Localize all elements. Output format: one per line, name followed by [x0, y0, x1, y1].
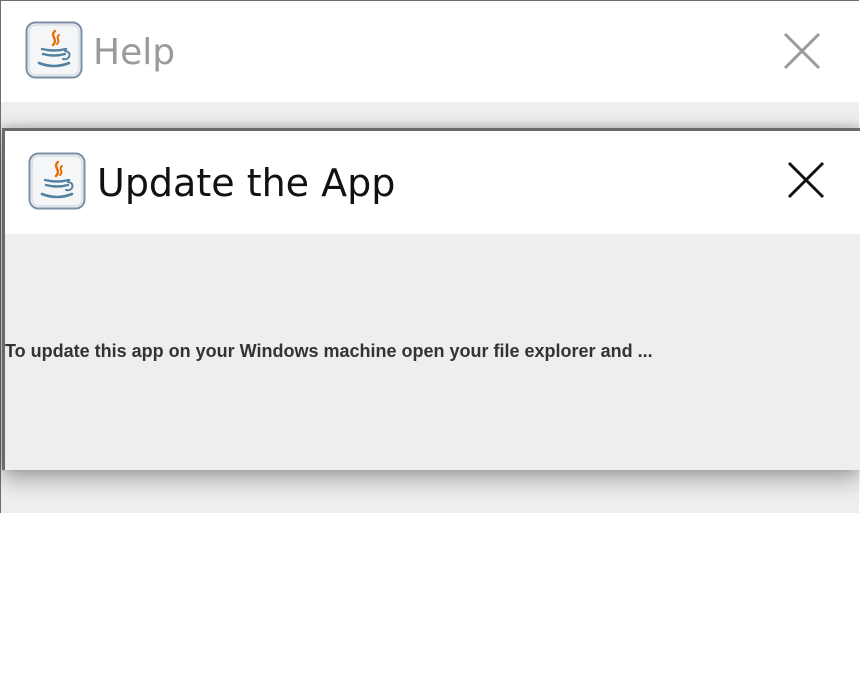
close-icon[interactable] [777, 26, 827, 76]
update-dialog: Update the App To update this app on you… [2, 128, 860, 470]
help-window-title: Help [93, 32, 176, 73]
help-window-titlebar[interactable]: Help [1, 1, 859, 102]
update-dialog-body: To update this app on your Windows machi… [5, 234, 860, 470]
java-icon [28, 152, 86, 210]
java-icon [25, 21, 83, 79]
update-dialog-titlebar[interactable]: Update the App [5, 131, 860, 234]
update-dialog-title: Update the App [97, 161, 396, 205]
close-icon[interactable] [783, 157, 829, 203]
update-message: To update this app on your Windows machi… [5, 341, 653, 361]
desktop: Help Update the App To update this app o… [0, 0, 860, 675]
